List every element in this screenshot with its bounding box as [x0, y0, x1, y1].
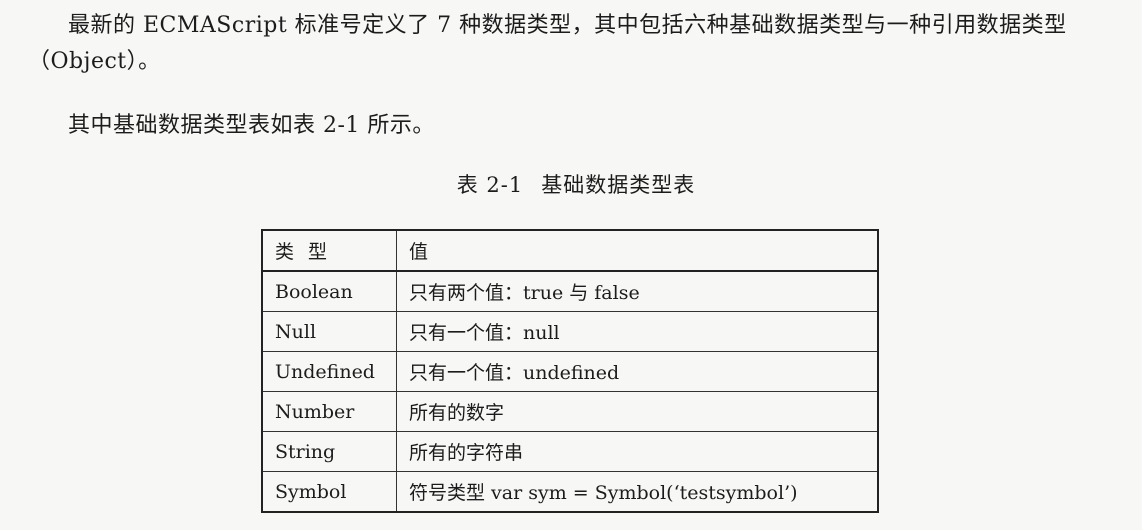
- header-value: 值: [396, 229, 879, 272]
- table-row: Undefined 只有一个值：undefined: [261, 351, 879, 392]
- type-cell: String: [261, 431, 397, 472]
- table-row: Number 所有的数字: [261, 391, 879, 432]
- table-caption-title: 基础数据类型表: [541, 173, 696, 197]
- table-reference-paragraph: 其中基础数据类型表如表 2-1 所示。: [68, 113, 435, 138]
- table-row: Symbol 符号类型 var sym = Symbol(‘testsymbol…: [261, 471, 879, 513]
- table-caption-number: 表 2-1: [456, 173, 524, 197]
- intro-paragraph: 最新的 ECMAScript 标准号定义了 7 种数据类型，其中包括六种基础数据…: [28, 13, 1067, 74]
- type-cell: Number: [261, 391, 397, 432]
- table-header-row: 类型 值: [261, 229, 879, 272]
- type-cell: Null: [261, 311, 397, 352]
- value-cell: 所有的数字: [396, 391, 879, 432]
- data-types-table: 类型 值 Boolean 只有两个值：true 与 false Null 只有一…: [261, 229, 879, 513]
- value-cell: 只有一个值：undefined: [396, 351, 879, 392]
- table-row: Null 只有一个值：null: [261, 311, 879, 352]
- header-type: 类型: [261, 229, 397, 272]
- table-row: Boolean 只有两个值：true 与 false: [261, 270, 879, 312]
- table-caption: 表 2-1 基础数据类型表: [0, 170, 1142, 200]
- type-cell: Boolean: [261, 270, 397, 312]
- value-cell: 符号类型 var sym = Symbol(‘testsymbol’): [396, 471, 879, 513]
- type-cell: Symbol: [261, 471, 397, 513]
- type-cell: Undefined: [261, 351, 397, 392]
- table-row: String 所有的字符串: [261, 431, 879, 472]
- value-cell: 只有一个值：null: [396, 311, 879, 352]
- value-cell: 所有的字符串: [396, 431, 879, 472]
- value-cell: 只有两个值：true 与 false: [396, 270, 879, 312]
- document-page: 最新的 ECMAScript 标准号定义了 7 种数据类型，其中包括六种基础数据…: [0, 0, 1142, 530]
